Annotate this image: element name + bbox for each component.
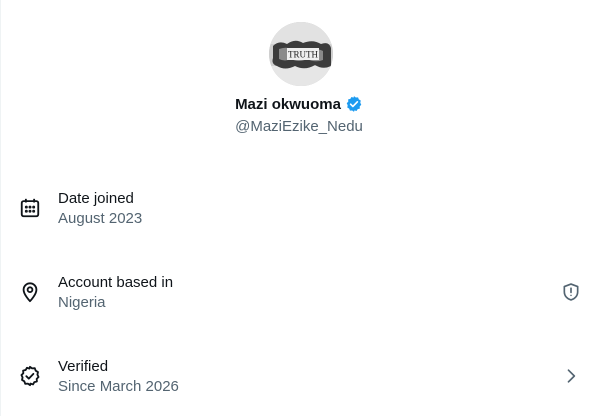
verified-outline-icon	[19, 365, 41, 387]
avatar-text: TRUTH	[288, 50, 318, 60]
date-joined-label: Date joined	[58, 190, 134, 207]
account-based-in-value: Nigeria	[58, 294, 106, 311]
date-joined-row: Date joined August 2023	[1, 186, 597, 246]
date-joined-value: August 2023	[58, 210, 143, 227]
verified-badge-icon[interactable]	[345, 95, 363, 113]
display-name[interactable]: Mazi okwuoma	[235, 96, 341, 113]
account-based-in-label: Account based in	[58, 274, 174, 291]
chevron-right-icon[interactable]	[561, 366, 581, 386]
account-based-in-row[interactable]: Account based in Nigeria	[1, 270, 597, 330]
verified-value: Since March 2026	[58, 378, 179, 395]
verified-row[interactable]: Verified Since March 2026	[1, 354, 597, 414]
calendar-icon	[19, 197, 41, 219]
avatar[interactable]: TRUTH	[269, 22, 333, 86]
handle: @MaziEzike_Nedu	[235, 118, 363, 135]
location-pin-icon	[19, 281, 41, 303]
verified-label: Verified	[58, 358, 109, 375]
name-row: Mazi okwuoma	[1, 95, 597, 113]
shield-alert-icon[interactable]	[561, 282, 581, 302]
avatar-image: TRUTH	[269, 22, 333, 86]
